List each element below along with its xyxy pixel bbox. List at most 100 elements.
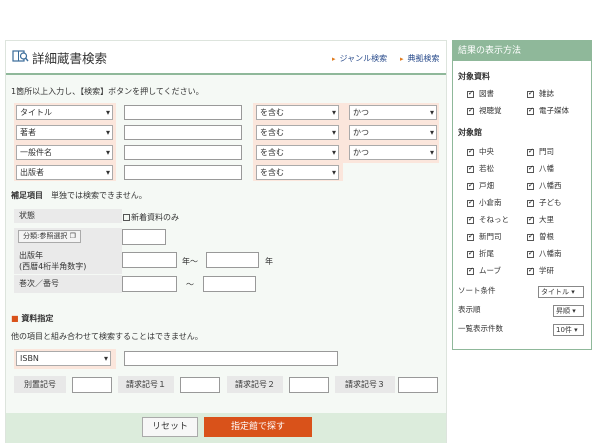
check-icon bbox=[467, 164, 474, 173]
library-checkbox[interactable]: 折尾 bbox=[467, 248, 494, 259]
display-options-panel: 結果の表示方法 対象資料 図書 雑誌 視聴覚 電子媒体 対象館 中央門司若松八幡… bbox=[452, 40, 592, 350]
sort-select[interactable]: タイトル ▾ bbox=[538, 286, 584, 298]
call3-input[interactable] bbox=[398, 377, 438, 393]
call3-label: 請求記号３ bbox=[335, 376, 395, 393]
book-search-icon bbox=[12, 50, 29, 62]
library-checkbox[interactable]: 学研 bbox=[527, 265, 554, 276]
chevron-down-icon: ▾ bbox=[331, 148, 336, 157]
op-select-1[interactable]: かつ ▾ bbox=[349, 105, 437, 120]
keyword-input-2[interactable] bbox=[124, 125, 242, 140]
libraries-heading: 対象館 bbox=[458, 128, 482, 137]
library-checkbox[interactable]: 新門司 bbox=[467, 231, 502, 242]
chevron-down-icon: ▾ bbox=[331, 168, 336, 177]
chevron-down-icon: ▾ bbox=[331, 128, 336, 137]
op-select-3[interactable]: かつ ▾ bbox=[349, 145, 437, 160]
reset-button[interactable]: リセット bbox=[142, 417, 198, 437]
library-checkbox[interactable]: 八幡 bbox=[527, 163, 554, 174]
side-title: 結果の表示方法 bbox=[453, 41, 591, 61]
chevron-down-icon: ▾ bbox=[429, 108, 434, 117]
cond-select-2[interactable]: を含む ▾ bbox=[256, 125, 339, 140]
field-select-3[interactable]: 一般件名 ▾ bbox=[16, 145, 113, 160]
library-checkbox[interactable]: ムーブ bbox=[467, 265, 501, 276]
call2-input[interactable] bbox=[289, 377, 329, 393]
action-bar: リセット 指定館で探す bbox=[6, 413, 446, 443]
class-input[interactable] bbox=[122, 229, 166, 245]
field-select-2[interactable]: 著者 ▾ bbox=[16, 125, 113, 140]
library-checkbox[interactable]: 子ども bbox=[527, 197, 562, 208]
check-icon bbox=[467, 215, 474, 224]
order-select[interactable]: 昇順 ▾ bbox=[553, 305, 584, 317]
check-icon bbox=[527, 106, 534, 115]
cond-select-4[interactable]: を含む ▾ bbox=[256, 165, 339, 180]
search-button[interactable]: 指定館で探す bbox=[204, 417, 312, 437]
count-select[interactable]: 10件 ▾ bbox=[553, 324, 584, 336]
count-label: 一覧表示件数 bbox=[458, 324, 503, 333]
search-panel: 詳細蔵書検索 ジャンル検索 典拠検索 1箇所以上入力し、【検索】ボタンを押してく… bbox=[5, 40, 447, 443]
separate-input[interactable] bbox=[72, 377, 112, 393]
material-checkbox-av[interactable]: 視聴覚 bbox=[467, 105, 502, 116]
op-select-2[interactable]: かつ ▾ bbox=[349, 125, 437, 140]
volume-sep: ～ bbox=[186, 280, 194, 289]
field-select-1[interactable]: タイトル ▾ bbox=[16, 105, 113, 120]
status-label: 状態 bbox=[14, 209, 122, 223]
chevron-down-icon: ▾ bbox=[105, 168, 110, 177]
check-icon bbox=[527, 181, 534, 190]
new-only-checkbox[interactable]: 新着資料のみ bbox=[123, 212, 179, 223]
keyword-input-1[interactable] bbox=[124, 105, 242, 120]
chevron-down-icon: ▾ bbox=[574, 326, 578, 334]
materials-heading: 対象資料 bbox=[458, 72, 490, 81]
year-label: 出版年 (西暦4桁半角数字) bbox=[14, 247, 122, 274]
year-to-suffix: 年 bbox=[265, 257, 273, 266]
call1-label: 請求記号１ bbox=[118, 376, 174, 393]
material-note: 他の項目と組み合わせて検索することはできません。 bbox=[11, 332, 203, 341]
library-checkbox[interactable]: 八幡南 bbox=[527, 248, 562, 259]
check-icon bbox=[527, 249, 534, 258]
call1-input[interactable] bbox=[180, 377, 220, 393]
authority-search-link[interactable]: 典拠検索 bbox=[400, 53, 440, 64]
class-select-button[interactable]: 分類:参照選択 ❐ bbox=[18, 230, 81, 243]
library-checkbox[interactable]: 曽根 bbox=[527, 231, 554, 242]
volume-to-input[interactable] bbox=[203, 276, 256, 292]
keyword-input-4[interactable] bbox=[124, 165, 242, 180]
year-to-input[interactable] bbox=[206, 252, 259, 268]
library-checkbox[interactable]: 中央 bbox=[467, 146, 494, 157]
check-icon bbox=[467, 89, 474, 98]
library-checkbox[interactable]: 門司 bbox=[527, 146, 554, 157]
library-checkbox[interactable]: 若松 bbox=[467, 163, 494, 174]
field-select-4[interactable]: 出版者 ▾ bbox=[16, 165, 113, 180]
chevron-down-icon: ▾ bbox=[105, 108, 110, 117]
check-icon bbox=[467, 249, 474, 258]
library-checkbox[interactable]: 戸畑 bbox=[467, 180, 494, 191]
library-checkbox[interactable]: 大里 bbox=[527, 214, 554, 225]
keyword-input-3[interactable] bbox=[124, 145, 242, 160]
genre-search-link[interactable]: ジャンル検索 bbox=[332, 53, 388, 64]
panel-header: 詳細蔵書検索 ジャンル検索 典拠検索 bbox=[6, 41, 446, 75]
chevron-down-icon: ▾ bbox=[572, 307, 576, 315]
volume-from-input[interactable] bbox=[122, 276, 177, 292]
id-type-select[interactable]: ISBN ▾ bbox=[16, 351, 111, 366]
check-icon bbox=[527, 147, 534, 156]
library-checkbox[interactable]: 八幡西 bbox=[527, 180, 562, 191]
separate-label: 別置記号 bbox=[14, 376, 66, 393]
volume-label: 巻次／番号 bbox=[14, 275, 122, 293]
cond-select-3[interactable]: を含む ▾ bbox=[256, 145, 339, 160]
material-checkbox-electronic[interactable]: 電子媒体 bbox=[527, 105, 569, 116]
chevron-down-icon: ▾ bbox=[105, 148, 110, 157]
chevron-down-icon: ▾ bbox=[571, 288, 575, 296]
check-icon bbox=[527, 198, 534, 207]
cond-select-1[interactable]: を含む ▾ bbox=[256, 105, 339, 120]
check-icon bbox=[467, 198, 474, 207]
year-from-suffix: 年～ bbox=[182, 257, 198, 266]
check-icon bbox=[467, 106, 474, 115]
page-title: 詳細蔵書検索 bbox=[32, 51, 108, 66]
popup-icon: ❐ bbox=[69, 232, 76, 240]
library-checkbox[interactable]: そねっと bbox=[467, 214, 509, 225]
material-checkbox-books[interactable]: 図書 bbox=[467, 88, 494, 99]
check-icon bbox=[527, 164, 534, 173]
chevron-down-icon: ▾ bbox=[331, 108, 336, 117]
year-from-input[interactable] bbox=[122, 252, 177, 268]
library-checkbox[interactable]: 小倉南 bbox=[467, 197, 502, 208]
check-icon bbox=[527, 266, 534, 275]
material-checkbox-magazines[interactable]: 雑誌 bbox=[527, 88, 554, 99]
id-input[interactable] bbox=[124, 351, 338, 366]
